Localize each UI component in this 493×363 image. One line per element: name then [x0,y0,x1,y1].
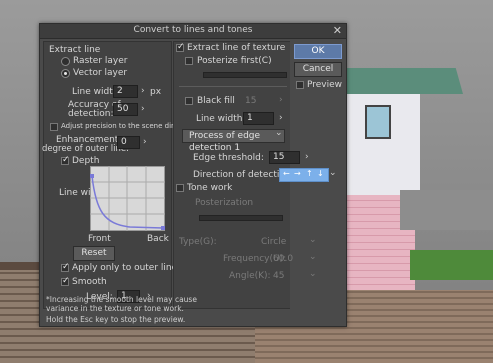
convert-dialog: Convert to lines and tones ✕ Extract lin… [39,23,347,327]
graph-back-label: Back [147,234,169,244]
angle-label: Angle(K): [229,271,271,281]
texture-line-width-arrow-icon[interactable]: › [279,113,283,123]
posterization-slider[interactable] [199,215,283,221]
reset-button[interactable]: Reset [73,246,115,261]
separator [179,86,287,87]
depth-curve-graph[interactable] [90,166,166,232]
dialog-titlebar[interactable]: Convert to lines and tones ✕ [40,24,346,39]
preview-checkbox[interactable] [296,81,304,89]
raster-layer-radio[interactable] [61,57,70,66]
preview-label: Preview [307,80,343,90]
direction-chevron-icon[interactable]: ⌄ [329,168,337,178]
enhancement-arrow-icon[interactable]: › [143,137,147,147]
extract-texture-checkbox[interactable] [176,42,185,52]
posterization-label: Posterization [195,198,254,208]
texture-line-width-input[interactable]: 1 [243,112,274,125]
posterize-label: Posterize first(C) [197,56,272,66]
black-fill-arrow-icon[interactable]: › [279,95,283,105]
tone-work-checkbox[interactable] [176,184,184,192]
apply-outer-label: Apply only to outer line [72,263,178,273]
vector-layer-radio[interactable] [61,69,70,78]
enhancement-label-2: degree of outer line: [42,144,129,154]
black-fill-checkbox[interactable] [185,97,193,105]
carport-awning [400,190,493,230]
type-label: Type(G): [179,237,217,247]
apply-outer-checkbox[interactable] [61,262,70,272]
extract-line-panel: Extract line Raster layer Vector layer L… [42,41,201,309]
dialog-title: Convert to lines and tones [133,25,253,35]
type-chevron-icon[interactable]: ⌄ [309,235,317,245]
adjust-precision-checkbox[interactable] [50,123,58,131]
accuracy-label-2: detection: [68,109,114,119]
tone-work-label: Tone work [187,183,233,193]
edge-threshold-arrow-icon[interactable]: › [305,152,309,162]
line-width-input[interactable]: 2 [113,85,138,98]
edge-process-value: Process of edge detection 1 [189,131,261,153]
angle-chevron-icon[interactable]: ⌄ [309,269,317,279]
smooth-label: Smooth [72,277,107,287]
enhancement-input[interactable]: 0 [117,136,140,149]
cancel-button[interactable]: Cancel [294,62,342,77]
edge-process-dropdown[interactable]: Process of edge detection 1 [182,129,285,153]
smooth-checkbox[interactable] [61,276,70,286]
depth-checkbox[interactable] [61,155,70,165]
arrow-up-icon[interactable]: ↑ [306,169,313,178]
edge-threshold-label: Edge threshold: [193,153,264,163]
line-width-unit: px [150,87,162,97]
footer-note: *Increasing the smooth level may cause v… [46,295,197,313]
direction-selector[interactable]: ← → ↑ ↓ [279,168,329,182]
ok-button[interactable]: OK [294,44,342,59]
accuracy-input[interactable]: 50 [113,103,138,116]
angle-value[interactable]: 45 [273,271,284,281]
arrow-left-icon[interactable]: ← [283,169,290,178]
posterize-checkbox[interactable] [185,57,193,65]
edge-threshold-input[interactable]: 15 [269,151,300,164]
arrow-right-icon[interactable]: → [294,169,301,178]
chevron-down-icon[interactable]: ⌄ [275,128,283,138]
black-fill-label: Black fill [197,96,235,106]
black-fill-value[interactable]: 15 [245,96,256,106]
frequency-value[interactable]: 60.0 [273,254,293,264]
frequency-chevron-icon[interactable]: ⌄ [309,252,317,262]
depth-label: Depth [72,156,100,166]
type-value[interactable]: Circle [261,237,286,247]
graph-front-label: Front [88,234,111,244]
extract-texture-label: Extract line of texture [187,43,286,53]
line-width-arrow-icon[interactable]: › [141,86,145,96]
posterize-slider[interactable] [203,72,287,78]
extract-line-title: Extract line [49,45,101,55]
vector-layer-label: Vector layer [73,68,128,78]
raster-layer-label: Raster layer [73,56,128,66]
close-icon[interactable]: ✕ [333,24,342,37]
arrow-down-icon[interactable]: ↓ [317,169,324,178]
building-window [365,105,391,139]
footer-hint: Hold the Esc key to stop the preview. [46,315,186,324]
grass-patch [410,250,493,280]
accuracy-arrow-icon[interactable]: › [141,104,145,114]
